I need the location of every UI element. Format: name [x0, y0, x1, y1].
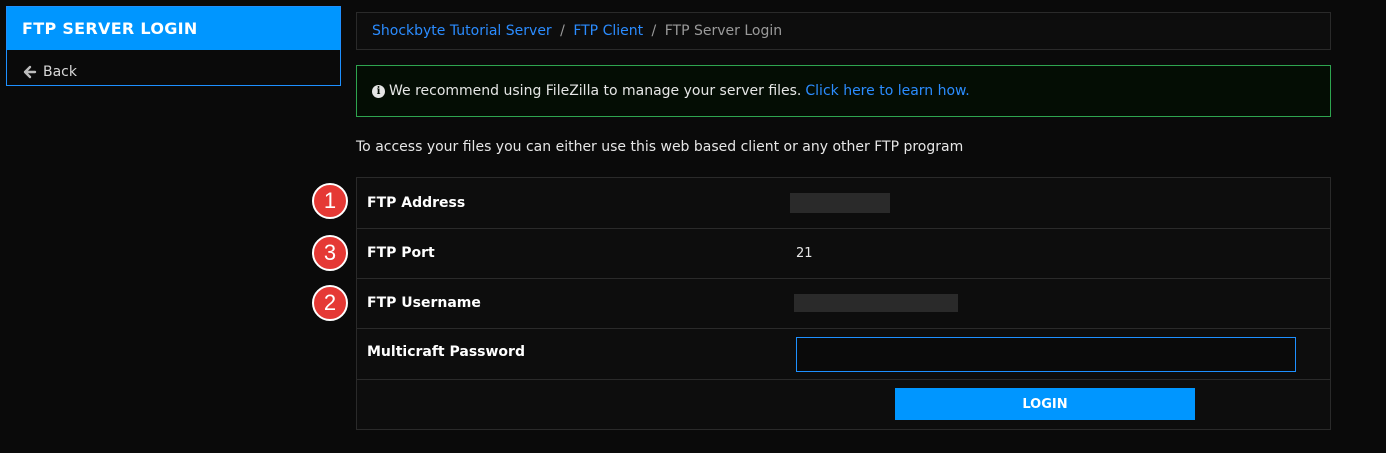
marker-1: 1	[312, 183, 348, 219]
breadcrumb-link-server[interactable]: Shockbyte Tutorial Server	[372, 23, 552, 39]
breadcrumb: Shockbyte Tutorial Server / FTP Client /…	[356, 12, 1331, 50]
ftp-port-label: FTP Port	[367, 245, 435, 261]
ftp-port-value: 21	[796, 246, 813, 261]
alert-text: We recommend using FileZilla to manage y…	[389, 83, 802, 99]
ftp-username-label: FTP Username	[367, 295, 481, 311]
login-button[interactable]: LOGIN	[895, 388, 1195, 420]
arrow-left-icon	[23, 65, 37, 79]
row-login: LOGIN	[357, 380, 1330, 429]
marker-3: 3	[312, 235, 348, 271]
breadcrumb-current: FTP Server Login	[664, 23, 783, 39]
breadcrumb-link-ftp-client[interactable]: FTP Client	[573, 23, 643, 39]
filezilla-alert: i We recommend using FileZilla to manage…	[356, 65, 1331, 117]
ftp-address-label: FTP Address	[367, 195, 466, 211]
sidebar-title: FTP SERVER LOGIN	[7, 7, 340, 50]
ftp-address-value-redacted	[790, 193, 890, 213]
back-button[interactable]: Back	[7, 50, 340, 85]
back-label: Back	[43, 64, 77, 80]
password-input[interactable]	[796, 337, 1296, 372]
breadcrumb-separator: /	[560, 23, 565, 39]
intro-text: To access your files you can either use …	[356, 139, 964, 155]
ftp-username-value-redacted	[794, 294, 958, 312]
learn-how-link[interactable]: Click here to learn how.	[805, 83, 969, 99]
row-ftp-address: FTP Address	[357, 178, 1330, 229]
sidebar: FTP SERVER LOGIN Back	[6, 6, 341, 86]
row-ftp-port: FTP Port 21	[357, 229, 1330, 279]
password-label: Multicraft Password	[367, 344, 525, 360]
marker-2: 2	[312, 285, 348, 321]
ftp-login-form: FTP Address FTP Port 21 FTP Username Mul…	[356, 177, 1331, 430]
breadcrumb-separator: /	[651, 23, 657, 39]
row-password: Multicraft Password	[357, 329, 1330, 380]
info-icon: i	[372, 85, 385, 98]
row-ftp-username: FTP Username	[357, 279, 1330, 329]
